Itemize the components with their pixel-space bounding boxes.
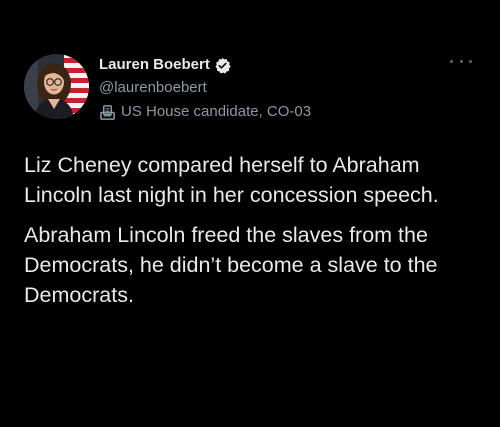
author-label: US House candidate, CO-03 (99, 102, 311, 122)
tweet-paragraph: Liz Cheney compared herself to Abraham L… (24, 153, 439, 207)
tweet-paragraph: Abraham Lincoln freed the slaves from th… (24, 223, 438, 307)
author-label-text: US House candidate, CO-03 (121, 103, 312, 120)
avatar-image (24, 54, 89, 119)
more-dot (469, 59, 472, 63)
ballot-box-icon (99, 104, 116, 121)
more-dot (459, 59, 463, 63)
author-handle[interactable]: @laurenboebert (99, 78, 207, 98)
avatar[interactable] (24, 54, 89, 119)
more-options-icon[interactable] (450, 54, 472, 68)
tweet-text: Liz Cheney compared herself to Abraham L… (24, 150, 484, 310)
author-name-row[interactable]: Lauren Boebert (99, 55, 231, 75)
display-name[interactable]: Lauren Boebert (99, 55, 210, 75)
tweet-card: Lauren Boebert @laurenboebert US House c… (0, 0, 500, 427)
more-dot (450, 59, 453, 63)
verified-badge-icon (214, 57, 231, 74)
